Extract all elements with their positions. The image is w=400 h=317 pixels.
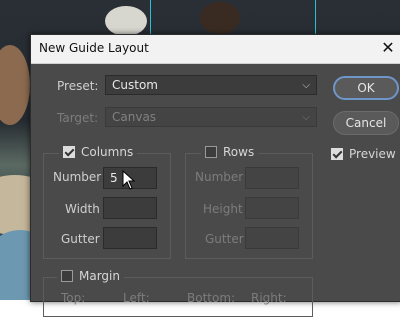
rows-height-input[interactable] <box>245 197 299 219</box>
columns-label: Columns <box>81 145 134 159</box>
new-guide-layout-dialog: New Guide Layout ✕ Preset: Custom ⌵ Targ… <box>30 34 400 317</box>
preview-checkbox-row[interactable]: Preview <box>327 147 400 161</box>
cancel-button[interactable]: Cancel <box>333 111 399 135</box>
preset-value: Custom <box>112 78 158 92</box>
preview-checkbox[interactable] <box>331 148 343 160</box>
rows-gutter-label: Gutter <box>205 232 244 246</box>
preset-select[interactable]: Custom ⌵ <box>105 75 317 95</box>
margin-checkbox[interactable] <box>61 270 73 282</box>
preview-label: Preview <box>349 147 396 161</box>
close-icon[interactable]: ✕ <box>379 39 397 57</box>
mouse-pointer-icon <box>122 170 136 190</box>
columns-number-label: Number <box>53 170 102 184</box>
rows-label: Rows <box>223 145 255 159</box>
ok-button[interactable]: OK <box>333 76 399 100</box>
columns-gutter-label: Gutter <box>61 232 100 246</box>
margin-right-label: Right: <box>251 291 287 305</box>
guide-line-left <box>150 0 151 36</box>
rows-checkbox[interactable] <box>205 146 217 158</box>
target-select[interactable]: Canvas ⌵ <box>105 107 317 127</box>
preset-label: Preset: <box>57 79 99 93</box>
rows-number-label: Number <box>195 170 244 184</box>
margin-label: Margin <box>79 269 120 283</box>
columns-width-label: Width <box>65 202 100 216</box>
chevron-down-icon: ⌵ <box>302 112 310 123</box>
margin-checkbox-row[interactable]: Margin <box>57 269 124 283</box>
photo-head-center <box>200 2 240 34</box>
columns-number-value: 5 <box>110 171 118 185</box>
margin-left-label: Left: <box>123 291 150 305</box>
columns-checkbox-row[interactable]: Columns <box>59 145 138 159</box>
margin-top-label: Top: <box>61 291 86 305</box>
columns-checkbox[interactable] <box>63 146 75 158</box>
margin-bottom-label: Bottom: <box>187 291 236 305</box>
chevron-down-icon: ⌵ <box>302 80 310 91</box>
rows-height-label: Height <box>203 202 243 216</box>
rows-number-input[interactable] <box>245 167 299 189</box>
photo-figure-left <box>0 45 30 125</box>
photo-head-left <box>105 6 147 36</box>
target-label: Target: <box>57 111 99 125</box>
target-value: Canvas <box>112 110 157 124</box>
guide-line-right <box>315 0 316 36</box>
rows-gutter-input[interactable] <box>245 227 299 249</box>
columns-width-input[interactable] <box>103 197 157 219</box>
dialog-titlebar: New Guide Layout ✕ <box>31 35 400 64</box>
rows-checkbox-row[interactable]: Rows <box>201 145 259 159</box>
columns-gutter-input[interactable] <box>103 227 157 249</box>
dialog-title: New Guide Layout <box>39 41 149 55</box>
